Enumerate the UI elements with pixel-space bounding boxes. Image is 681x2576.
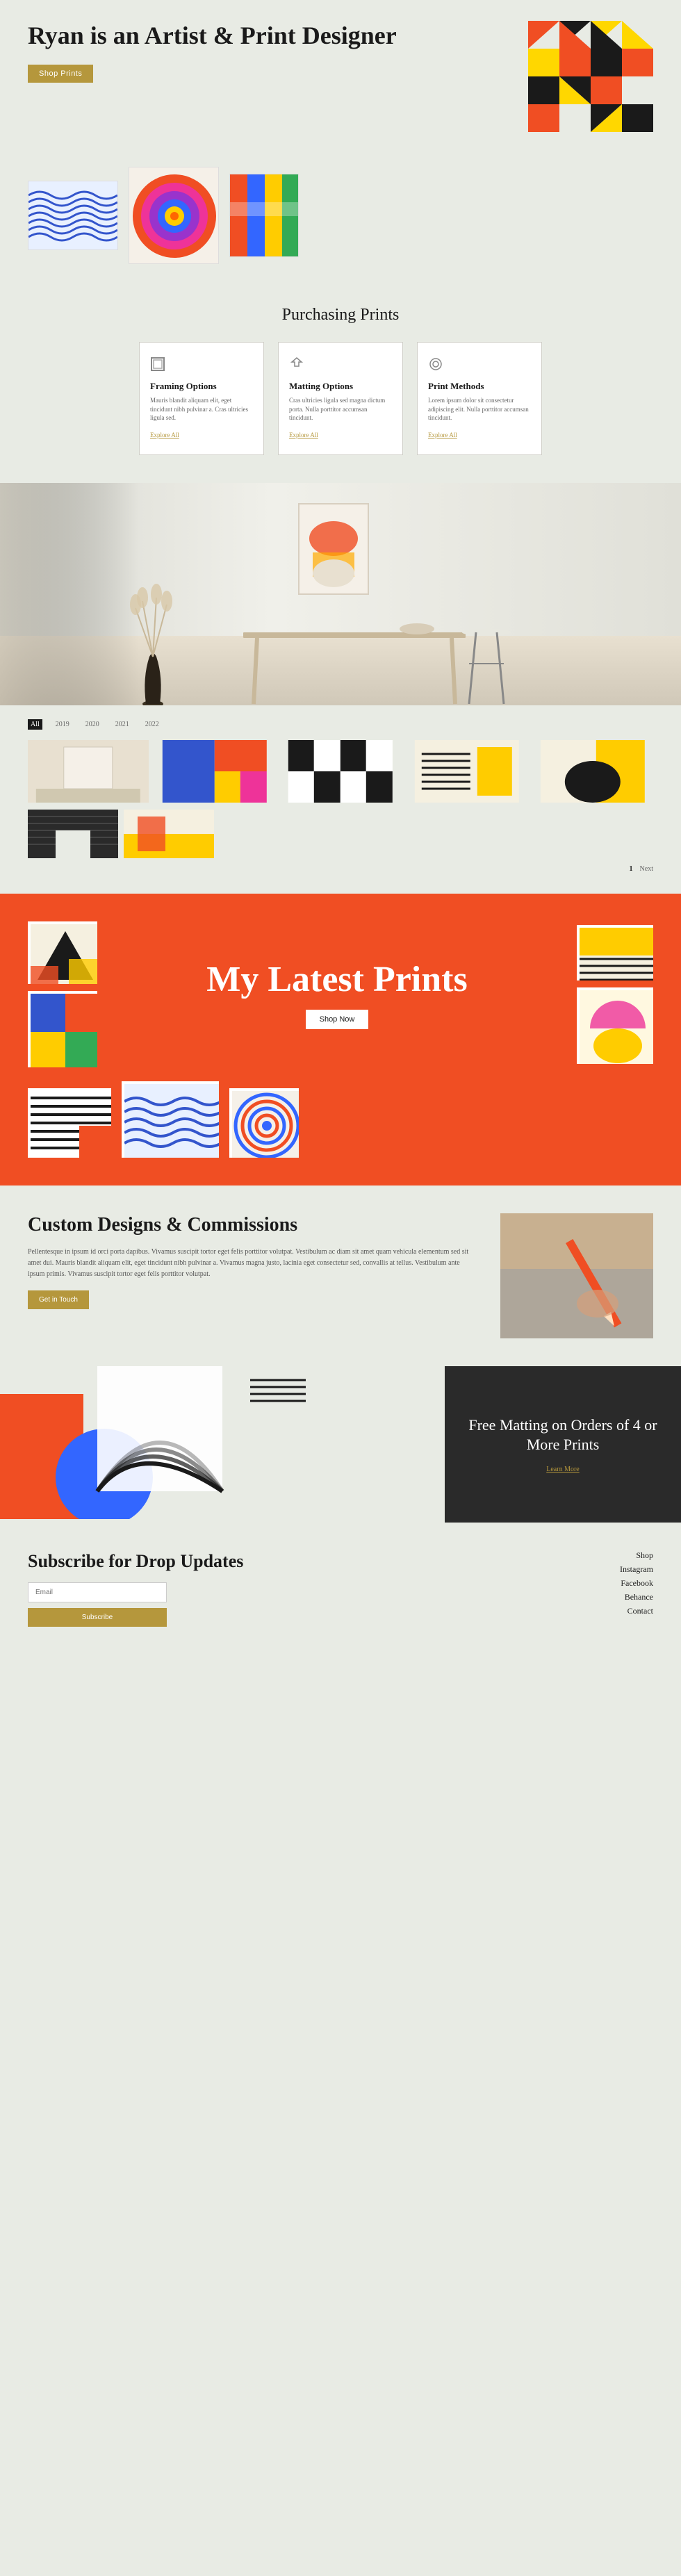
option-framing-desc: Mauris blandit aliquam elit, eget tincid… [150, 396, 253, 423]
latest-print-4[interactable] [577, 987, 653, 1064]
year-tab-2020[interactable]: 2020 [83, 719, 102, 730]
latest-prints-title: My Latest Prints [111, 960, 563, 999]
latest-print-6[interactable] [122, 1081, 219, 1158]
option-matting-desc: Cras ultricies ligula sed magna dictum p… [289, 396, 392, 423]
footer-nav-facebook[interactable]: Facebook [620, 1578, 653, 1589]
hero-title: Ryan is an Artist & Print Designer [28, 21, 514, 51]
gallery-item-1[interactable] [28, 740, 149, 803]
option-card-methods: Print Methods Lorem ipsum dolor sit cons… [417, 342, 542, 455]
footer-nav: Shop Instagram Facebook Behance Contact [620, 1550, 653, 1616]
matting-icon [289, 356, 392, 375]
get-in-touch-button[interactable]: Get in Touch [28, 1290, 89, 1309]
option-framing-title: Framing Options [150, 381, 253, 392]
hero-geometric-art [528, 21, 653, 132]
latest-print-2[interactable] [28, 991, 97, 1067]
options-grid: Framing Options Mauris blandit aliquam e… [28, 342, 653, 455]
gallery-item-6[interactable] [28, 810, 118, 858]
shop-now-button[interactable]: Shop Now [306, 1010, 369, 1029]
option-methods-title: Print Methods [428, 381, 531, 392]
year-tab-2022[interactable]: 2022 [142, 719, 162, 730]
methods-explore-link[interactable]: Explore All [428, 432, 457, 438]
option-card-matting: Matting Options Cras ultricies ligula se… [278, 342, 403, 455]
footer-nav-shop[interactable]: Shop [620, 1550, 653, 1561]
latest-print-5[interactable] [28, 1088, 111, 1158]
interior-scene [0, 483, 681, 705]
gallery-item-2[interactable] [154, 740, 275, 803]
year-tab-2019[interactable]: 2019 [53, 719, 72, 730]
hero-artwork [514, 21, 653, 146]
interior-section [0, 483, 681, 705]
gallery-item-5[interactable] [532, 740, 653, 803]
hero-left: Ryan is an Artist & Print Designer Shop … [28, 21, 514, 83]
latest-print-7[interactable] [229, 1088, 299, 1158]
subscribe-button[interactable]: Subscribe [28, 1608, 167, 1627]
footer-navigation: Shop Instagram Facebook Behance Contact [620, 1550, 653, 1616]
matting-explore-link[interactable]: Explore All [289, 432, 318, 438]
print-thumb-circles[interactable] [129, 167, 219, 264]
custom-description: Pellentesque in ipsum id orci porta dapi… [28, 1247, 473, 1280]
option-methods-desc: Lorem ipsum dolor sit consectetur adipis… [428, 396, 531, 423]
learn-more-link[interactable]: Learn More [546, 1466, 579, 1473]
footer-section: Subscribe for Drop Updates Subscribe Sho… [0, 1523, 681, 1655]
gallery-item-4[interactable] [407, 740, 527, 803]
latest-print-3[interactable] [577, 925, 653, 981]
gallery-item-3[interactable] [280, 740, 401, 803]
footer-nav-behance[interactable]: Behance [620, 1592, 653, 1602]
footer-nav-contact[interactable]: Contact [620, 1606, 653, 1616]
latest-print-1[interactable] [28, 921, 97, 984]
footer-subscribe: Subscribe for Drop Updates Subscribe [28, 1550, 620, 1627]
page-next-button[interactable]: Next [640, 865, 653, 873]
matting-promo-box: Free Matting on Orders of 4 or More Prin… [445, 1366, 681, 1523]
option-card-framing: Framing Options Mauris blandit aliquam e… [139, 342, 264, 455]
gallery-item-7[interactable] [124, 810, 214, 858]
latest-prints-section: My Latest Prints Shop Now [0, 894, 681, 1186]
gallery-grid [28, 740, 653, 803]
frame-icon [150, 356, 253, 375]
page-1-button[interactable]: 1 [630, 865, 633, 873]
purchasing-title: Purchasing Prints [28, 306, 653, 325]
email-input[interactable] [28, 1582, 167, 1602]
shop-prints-button[interactable]: Shop Prints [28, 65, 93, 83]
option-matting-title: Matting Options [289, 381, 392, 392]
matting-section: Free Matting on Orders of 4 or More Prin… [0, 1366, 681, 1523]
gallery-row2 [28, 810, 653, 858]
purchasing-section: Purchasing Prints Framing Options Mauris… [0, 285, 681, 483]
print-thumb-stripes[interactable] [229, 174, 299, 257]
custom-left: Custom Designs & Commissions Pellentesqu… [28, 1213, 473, 1310]
gallery-section: All 2019 2020 2021 2022 [0, 705, 681, 894]
year-tabs: All 2019 2020 2021 2022 [28, 719, 653, 730]
matting-promo-title: Free Matting on Orders of 4 or More Prin… [466, 1416, 660, 1455]
year-tab-all[interactable]: All [28, 719, 42, 730]
prints-row [0, 160, 681, 285]
framing-explore-link[interactable]: Explore All [150, 432, 179, 438]
print-icon [428, 356, 531, 375]
pagination: 1 Next [28, 865, 653, 873]
custom-section: Custom Designs & Commissions Pellentesqu… [0, 1186, 681, 1366]
year-tab-2021[interactable]: 2021 [113, 719, 132, 730]
print-thumb-waves[interactable] [28, 181, 118, 250]
custom-title: Custom Designs & Commissions [28, 1213, 473, 1237]
subscribe-title: Subscribe for Drop Updates [28, 1550, 620, 1572]
matting-artwork [0, 1366, 445, 1523]
hero-section: Ryan is an Artist & Print Designer Shop … [0, 0, 681, 160]
footer-nav-instagram[interactable]: Instagram [620, 1564, 653, 1575]
custom-image [500, 1213, 653, 1338]
